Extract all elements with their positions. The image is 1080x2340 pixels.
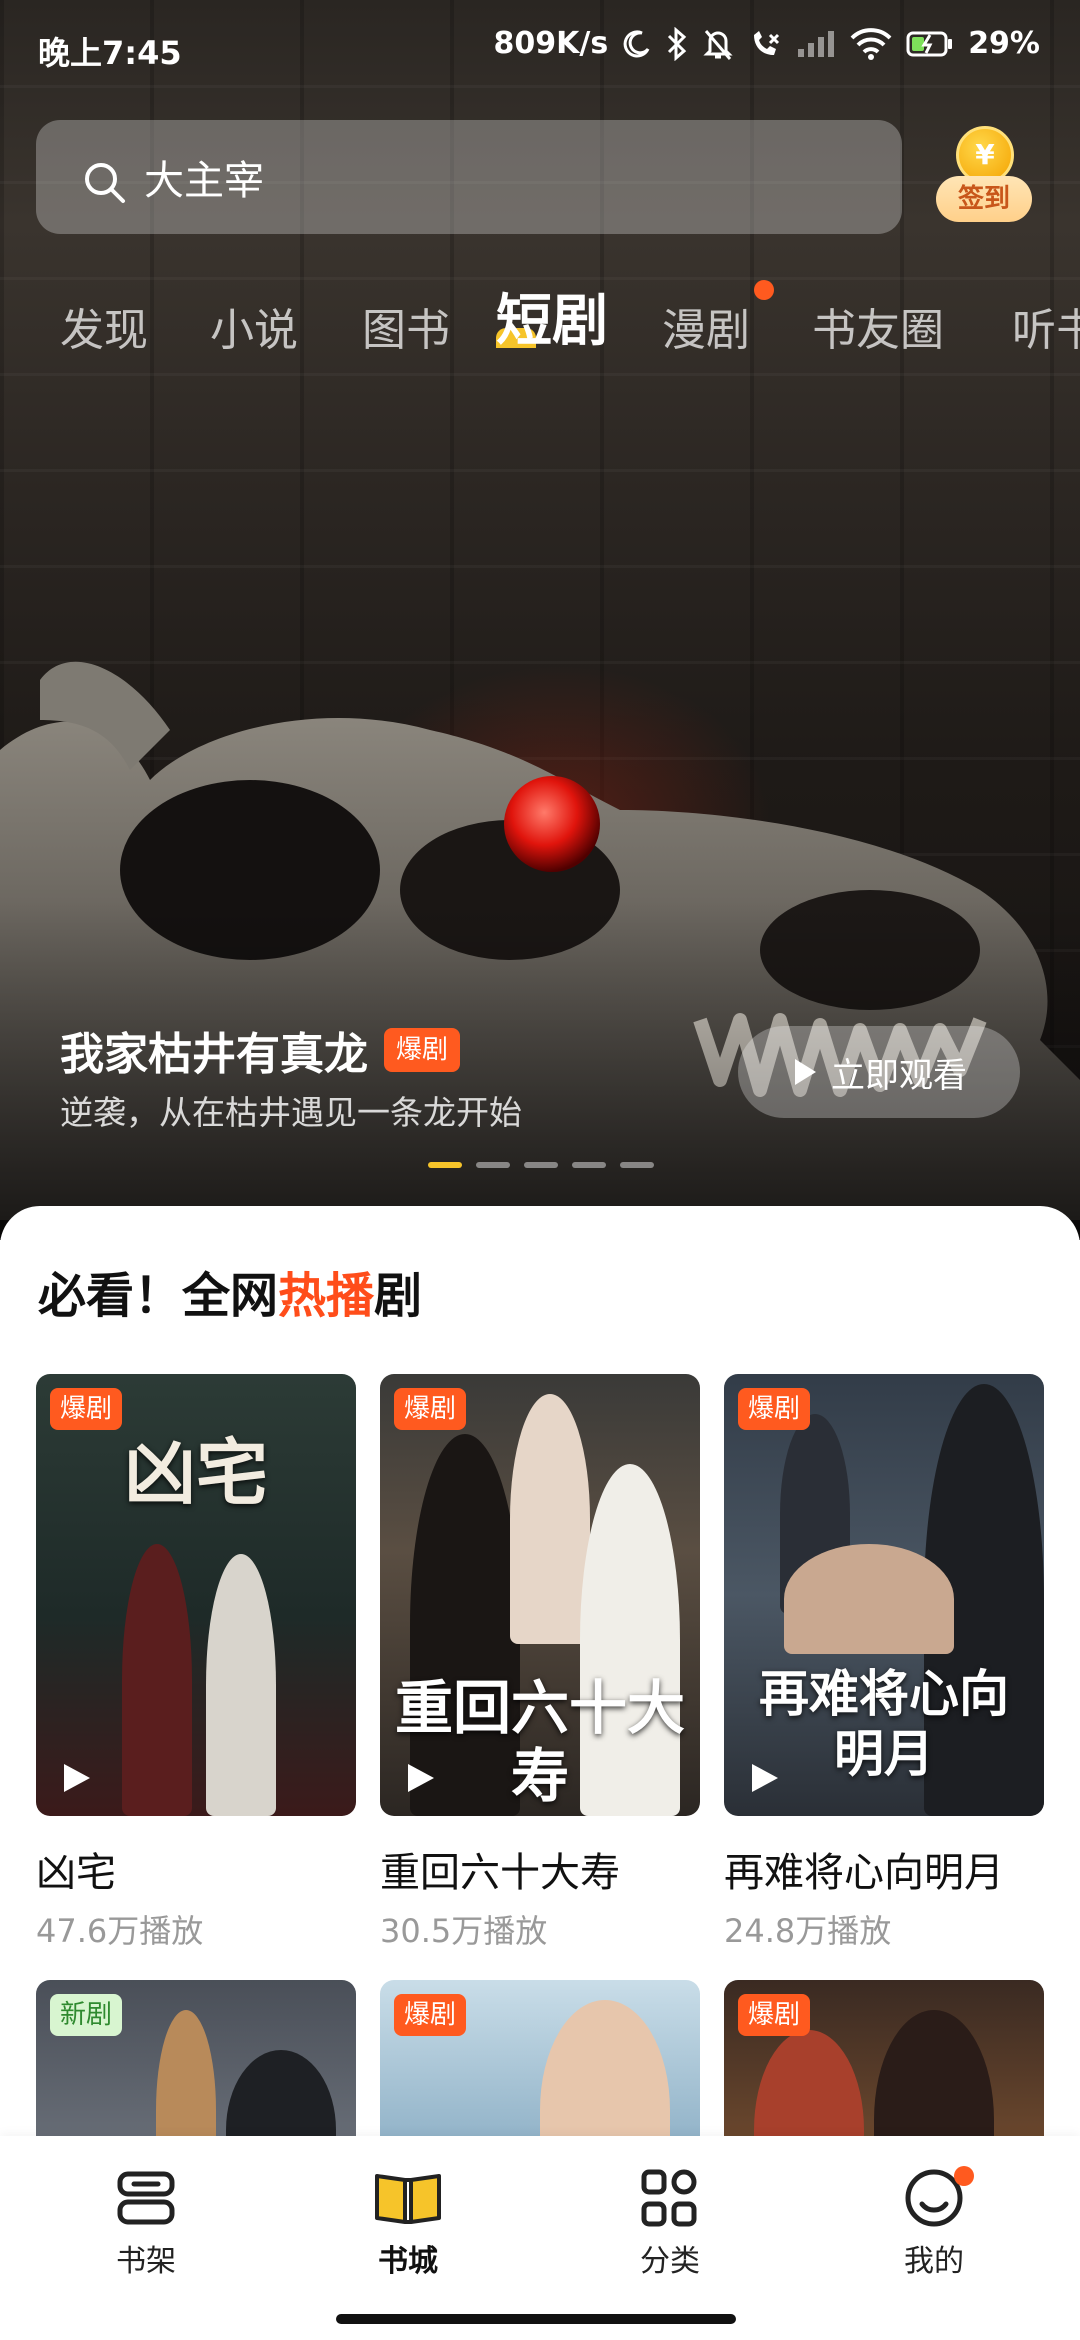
nav-profile[interactable]: 我的 [854,2166,1014,2280]
section-title-prefix: 必看！全网 [38,1268,279,1324]
open-book-icon [375,2174,441,2224]
drama-tag: 新剧 [50,1994,123,2036]
nav-label: 书城 [378,2244,438,2279]
drama-card[interactable]: 重回六十大寿 爆剧 重回六十大寿 30.5万播放 [380,1374,700,1952]
poster-figure [122,1544,192,1816]
hero-banner[interactable]: 晚上7:45 809K/s 29% 大主宰 ¥ 签到 发现 小说 图书 短剧 漫… [0,0,1080,1240]
section-title-hot: 热播 [278,1268,375,1324]
nav-label: 书架 [116,2244,176,2279]
drama-poster[interactable]: 再难将心向明月 爆剧 [724,1374,1044,1816]
network-speed: 809K/s [493,26,609,61]
tab-discover[interactable]: 发现 [60,294,148,358]
moon-icon [623,29,650,57]
section-title: 必看！全网热播剧 [38,1256,422,1326]
battery-percent: 29% [968,26,1040,61]
grid-icon [641,2169,697,2227]
wifi-icon [850,27,892,60]
drama-views: 24.8万播放 [724,1912,892,1950]
play-icon [408,1764,434,1792]
carousel-indicator [428,1162,654,1168]
bookshelf-icon [117,2171,175,2225]
battery-icon [906,31,953,56]
bottom-navigation: 书架 书城 分类 我的 [0,2136,1080,2340]
nav-label: 分类 [640,2244,700,2279]
drama-card[interactable]: 再难将心向明月 爆剧 再难将心向明月 24.8万播放 [724,1374,1044,1952]
section-title-suffix: 剧 [374,1268,423,1324]
poster-figure [510,1394,590,1644]
carousel-dot[interactable] [524,1162,558,1168]
tab-comic-drama[interactable]: 漫剧 [662,294,750,358]
signal-icon [798,30,835,57]
status-indicators: 809K/s 29% [494,26,1041,61]
home-indicator[interactable] [336,2314,736,2324]
tab-notification-dot [754,280,774,300]
banner-subtitle: 逆袭，从在枯井遇见一条龙开始 [60,1093,522,1132]
play-icon [64,1764,90,1792]
red-orb-image [504,776,600,872]
poster-figure [784,1544,954,1654]
nav-bookshelf[interactable]: 书架 [66,2166,226,2280]
banner-title[interactable]: 我家枯井有真龙 [60,1018,368,1082]
bluetooth-icon [668,26,687,61]
nav-label: 我的 [904,2244,964,2279]
drama-card[interactable]: 凶宅 爆剧 凶宅 47.6万播放 [36,1374,356,1952]
tab-book-circle[interactable]: 书友圈 [812,294,944,358]
search-bar[interactable]: 大主宰 [36,120,902,234]
drama-tag: 爆剧 [738,1388,811,1430]
search-input[interactable]: 大主宰 [144,148,264,206]
drama-name: 凶宅 [36,1850,116,1896]
watch-now-label: 立即观看 [831,1055,967,1096]
tab-short-drama[interactable]: 短剧 [496,276,608,357]
checkin-button[interactable]: ¥ 签到 [934,126,1034,230]
drama-views: 47.6万播放 [36,1912,204,1950]
tab-novel[interactable]: 小说 [210,294,298,358]
watch-now-button[interactable]: 立即观看 [738,1026,1020,1118]
tab-books[interactable]: 图书 [362,294,450,358]
checkin-label: 签到 [936,176,1032,222]
call-forward-icon [754,30,780,55]
profile-notification-dot [954,2166,974,2186]
status-bar: 晚上7:45 809K/s 29% [0,0,1080,96]
nav-category[interactable]: 分类 [590,2166,750,2280]
drama-name: 再难将心向明月 [724,1850,1004,1896]
drama-name: 重回六十大寿 [380,1850,620,1896]
status-time: 晚上7:45 [38,34,182,72]
poster-figure [206,1554,276,1816]
drama-poster[interactable]: 重回六十大寿 爆剧 [380,1374,700,1816]
tab-audiobook[interactable]: 听书 [1012,294,1080,358]
drama-tag: 爆剧 [394,1388,467,1430]
banner-title-row: 我家枯井有真龙 爆剧 [60,1018,461,1082]
nav-bookstore[interactable]: 书城 [328,2166,488,2280]
category-tabs: 发现 小说 图书 短剧 漫剧 书友圈 听书 [0,270,1080,380]
drama-tag: 爆剧 [50,1388,123,1430]
carousel-dot[interactable] [476,1162,510,1168]
drama-tag: 爆剧 [394,1994,467,2036]
banner-tag: 爆剧 [384,1028,461,1072]
play-icon [752,1764,778,1792]
drama-tag: 爆剧 [738,1994,811,2036]
mute-bell-icon [703,29,733,60]
carousel-dot[interactable] [620,1162,654,1168]
carousel-dot[interactable] [572,1162,606,1168]
search-icon [85,163,125,203]
drama-poster[interactable]: 凶宅 爆剧 [36,1374,356,1816]
carousel-dot[interactable] [428,1162,462,1168]
drama-views: 30.5万播放 [380,1912,548,1950]
play-icon [795,1059,816,1085]
